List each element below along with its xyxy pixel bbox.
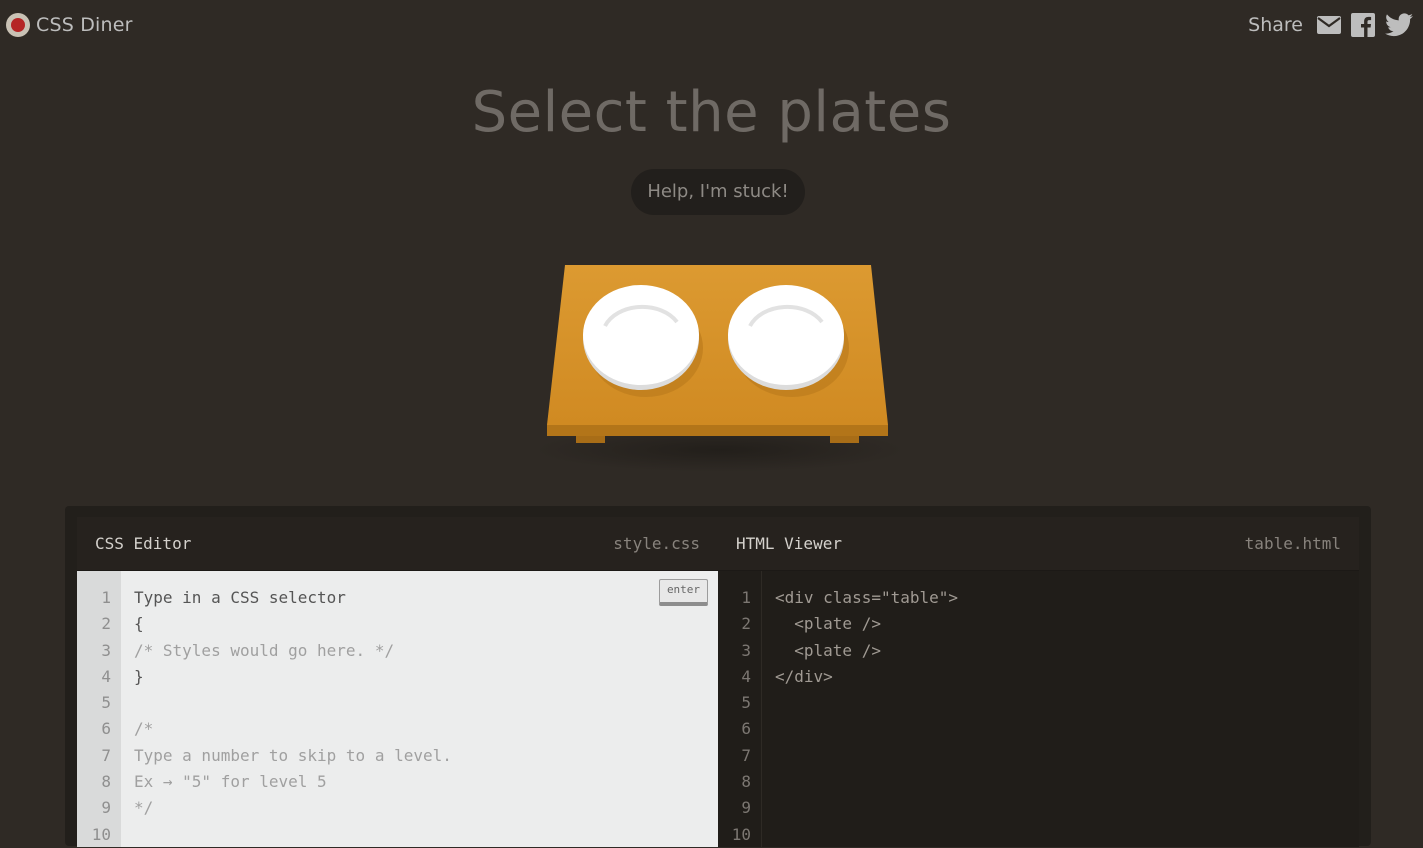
html_viewer-line-number: 9 [741,798,751,818]
css-code-line: Type in a CSS selector [134,588,346,607]
html-viewer-filename: table.html [1244,534,1341,553]
facebook-icon[interactable] [1351,13,1375,37]
help-button[interactable]: Help, I'm stuck! [631,169,805,215]
logo-text: CSS Diner [36,14,133,36]
css-code-line [134,690,718,716]
share-bar: Share [1248,13,1413,37]
html-code-line [775,795,1359,821]
css-line-numbers: 1 2 3 4 5 6 7 8 9 10 [77,571,121,847]
css_editor-line-number: 9 [101,798,111,818]
css-input[interactable]: Type in a CSS selector { /* Styles would g… [134,585,718,848]
html_viewer-line-number: 4 [741,666,751,686]
css_editor-line-number: 8 [101,772,111,792]
html_viewer-line-number: 6 [741,719,751,739]
html-code-line: <plate /> [775,614,881,634]
html-code-line [775,743,1359,769]
enter-button[interactable]: enter [659,579,708,606]
css_editor-line-number: 5 [101,693,111,713]
css-code-line: */ [134,798,154,818]
css-editor-title: CSS Editor [95,534,192,553]
html_viewer-line-number: 1 [741,588,751,607]
css-editor-filename: style.css [613,534,700,553]
logo[interactable]: CSS Diner [6,13,133,37]
css-editor: CSS Editor style.css 1 2 3 4 5 6 7 8 9 10 Type in… [77,517,718,847]
html-viewer-title: HTML Viewer [736,534,842,553]
css-code-line: } [134,666,144,686]
html-code-line [775,769,1359,795]
html-viewer: HTML Viewer table.html 1 2 3 4 5 6 7 8 9 10 <div … [718,517,1359,847]
html_viewer-line-number: 3 [741,640,751,660]
html_viewer-line-number: 2 [741,614,751,634]
html-viewer-header: HTML Viewer table.html [718,517,1359,571]
html-code-line [775,690,1359,716]
html-code-line: <plate /> [775,640,881,660]
html_viewer-line-number: 7 [741,745,751,765]
css_editor-line-number: 4 [101,666,111,686]
mail-icon[interactable] [1317,15,1341,35]
css-code-line: Type a number to skip to a level. [134,745,452,765]
editor-panel: CSS Editor style.css 1 2 3 4 5 6 7 8 9 10 Type in… [65,506,1371,847]
diner-logo-icon [6,13,30,37]
css_editor-line-number: 2 [101,614,111,634]
html-code-line [775,716,1359,742]
html_viewer-line-number: 5 [741,693,751,713]
table-edge [547,425,888,436]
css-editor-header: CSS Editor style.css [77,517,718,571]
share-label: Share [1248,14,1303,36]
css-editor-body[interactable]: 1 2 3 4 5 6 7 8 9 10 Type in a CSS selector{/* St… [77,571,718,847]
twitter-icon[interactable] [1385,13,1413,37]
table-scene [535,260,905,480]
css_editor-line-number: 7 [101,745,111,765]
html_viewer-line-number: 8 [741,772,751,792]
html-code-line: </div> [775,666,833,686]
html-code-line: <div class="table"> [775,588,959,607]
html-line-numbers: 1 2 3 4 5 6 7 8 9 10 [718,571,762,847]
css_editor-line-number: 1 [101,588,111,607]
css-code-line: /* Styles would go here. */ [134,640,395,660]
html-viewer-body: 1 2 3 4 5 6 7 8 9 10 <div class="table"> <plate /… [718,571,1359,847]
css_editor-line-number: 6 [101,719,111,739]
css-code-line: { [134,614,144,634]
html-markup: <div class="table"> <plate /> <plate /> <… [775,585,1359,848]
css-code-line: /* [134,719,154,739]
level-title: Select the plates [471,80,952,145]
css_editor-line-number: 3 [101,640,111,660]
css-code-line: Ex → "5" for level 5 [134,772,327,792]
